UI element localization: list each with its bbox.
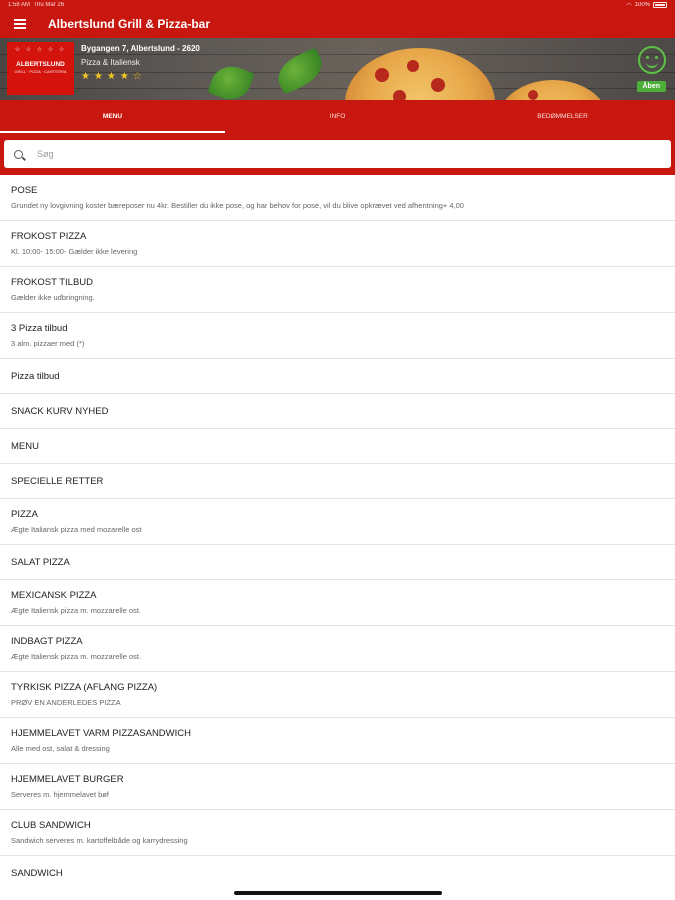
- tab-bar: MENU INFO BEDØMMELSER: [0, 100, 675, 133]
- search-bar: [0, 133, 675, 175]
- restaurant-address: Bygangen 7, Albertslund - 2620: [81, 44, 200, 53]
- menu-category-list: POSE Grundet ny lovgivning koster bærepos…: [0, 175, 675, 890]
- battery-icon: [653, 2, 667, 8]
- item-title: MEXICANSK PIZZA: [11, 590, 97, 601]
- search-input[interactable]: [37, 149, 661, 159]
- item-title: SANDWICH: [11, 867, 63, 879]
- restaurant-category: Pizza & Italiensk: [81, 58, 140, 67]
- list-item[interactable]: CLUB SANDWICH Sandwich serveres m. kartof…: [0, 810, 675, 856]
- item-title: SPECIELLE RETTER: [11, 475, 104, 487]
- tab-reviews[interactable]: BEDØMMELSER: [450, 100, 675, 133]
- app-title: Albertslund Grill & Pizza-bar: [48, 17, 211, 31]
- list-item[interactable]: FROKOST PIZZA Kl. 10:00- 15:00- Gælder ik…: [0, 221, 675, 267]
- list-item[interactable]: TYRKISK PIZZA (AFLANG PIZZA) PRØV EN ANDE…: [0, 672, 675, 718]
- tab-menu[interactable]: MENU: [0, 100, 225, 133]
- home-indicator[interactable]: [234, 891, 442, 895]
- item-description: Ægte Italiansk pizza med mozarelle ost: [11, 525, 142, 534]
- app-bar: Albertslund Grill & Pizza-bar: [0, 10, 675, 38]
- wifi-icon: ◠: [626, 2, 632, 9]
- item-description: PRØV EN ANDERLEDES PIZZA: [11, 698, 121, 707]
- list-item[interactable]: INDBAGT PIZZA Ægte Italiensk pizza m. moz…: [0, 626, 675, 672]
- list-item[interactable]: PIZZA Ægte Italiansk pizza med mozarelle …: [0, 499, 675, 545]
- hamburger-icon[interactable]: [0, 10, 40, 38]
- item-title: 3 Pizza tilbud: [11, 323, 68, 334]
- list-item[interactable]: HJEMMELAVET BURGER Serveres m. hjemmelave…: [0, 764, 675, 810]
- item-description: Ægte Italiensk pizza m. mozzarelle ost.: [11, 652, 142, 661]
- search-icon: [14, 149, 23, 159]
- list-item[interactable]: MEXICANSK PIZZA Ægte Italiensk pizza m. m…: [0, 580, 675, 626]
- battery-percent: 100%: [634, 2, 650, 8]
- restaurant-logo: ☆ ☆ ☆ ☆ ☆ ALBERTSLUND GRILL · PIZZA · CA…: [7, 42, 74, 95]
- item-description: Sandwich serveres m. kartoffelbåde og ka…: [11, 836, 188, 845]
- list-item[interactable]: HJEMMELAVET VARM PIZZASANDWICH Alle med o…: [0, 718, 675, 764]
- smiley-icon: [638, 46, 666, 74]
- status-bar: 1:58 AM Thu Mar 26 ◠ 100%: [0, 0, 675, 10]
- rating-stars: ★★★★☆: [81, 71, 146, 82]
- item-description: Alle med ost, salat & dressing: [11, 744, 110, 753]
- status-badge: Åben: [636, 81, 666, 92]
- list-item[interactable]: Pizza tilbud: [0, 359, 675, 394]
- item-title: FROKOST TILBUD: [11, 277, 93, 288]
- list-item[interactable]: SPECIELLE RETTER: [0, 464, 675, 499]
- item-title: HJEMMELAVET BURGER: [11, 774, 124, 785]
- item-description: 3 alm. pizzaer med (*): [11, 339, 85, 348]
- item-description: Grundet ny lovgivning koster bæreposer n…: [11, 201, 464, 210]
- restaurant-banner: ☆ ☆ ☆ ☆ ☆ ALBERTSLUND GRILL · PIZZA · CA…: [0, 38, 675, 100]
- item-title: PIZZA: [11, 509, 38, 520]
- item-title: INDBAGT PIZZA: [11, 636, 83, 647]
- list-item[interactable]: POSE Grundet ny lovgivning koster bærepos…: [0, 175, 675, 221]
- item-description: Serveres m. hjemmelavet bøf: [11, 790, 109, 799]
- item-title: HJEMMELAVET VARM PIZZASANDWICH: [11, 728, 191, 739]
- item-title: SALAT PIZZA: [11, 556, 70, 568]
- search-box[interactable]: [4, 140, 671, 168]
- pizza-image: [498, 80, 608, 100]
- list-item[interactable]: 3 Pizza tilbud 3 alm. pizzaer med (*): [0, 313, 675, 359]
- basil-leaf-image: [207, 60, 255, 100]
- list-item[interactable]: FROKOST TILBUD Gælder ikke udbringning.: [0, 267, 675, 313]
- restaurant-info: Bygangen 7, Albertslund - 2620 Pizza & I…: [81, 44, 200, 82]
- item-description: Gælder ikke udbringning.: [11, 293, 95, 302]
- status-time: 1:58 AM Thu Mar 26: [8, 2, 65, 8]
- tab-info[interactable]: INFO: [225, 100, 450, 133]
- item-title: FROKOST PIZZA: [11, 231, 87, 242]
- list-item[interactable]: SALAT PIZZA: [0, 545, 675, 580]
- list-item[interactable]: MENU: [0, 429, 675, 464]
- item-title: TYRKISK PIZZA (AFLANG PIZZA): [11, 682, 158, 693]
- item-description: Kl. 10:00- 15:00- Gælder ikke levering: [11, 247, 138, 256]
- list-item[interactable]: SNACK KURV NYHED: [0, 394, 675, 429]
- item-description: Ægte Italiensk pizza m. mozzarelle ost.: [11, 606, 142, 615]
- list-item[interactable]: SANDWICH: [0, 856, 675, 890]
- pizza-image: [345, 48, 495, 100]
- item-title: MENU: [11, 440, 39, 452]
- item-title: SNACK KURV NYHED: [11, 405, 109, 417]
- item-title: POSE: [11, 185, 38, 196]
- item-title: Pizza tilbud: [11, 370, 60, 382]
- item-title: CLUB SANDWICH: [11, 820, 91, 831]
